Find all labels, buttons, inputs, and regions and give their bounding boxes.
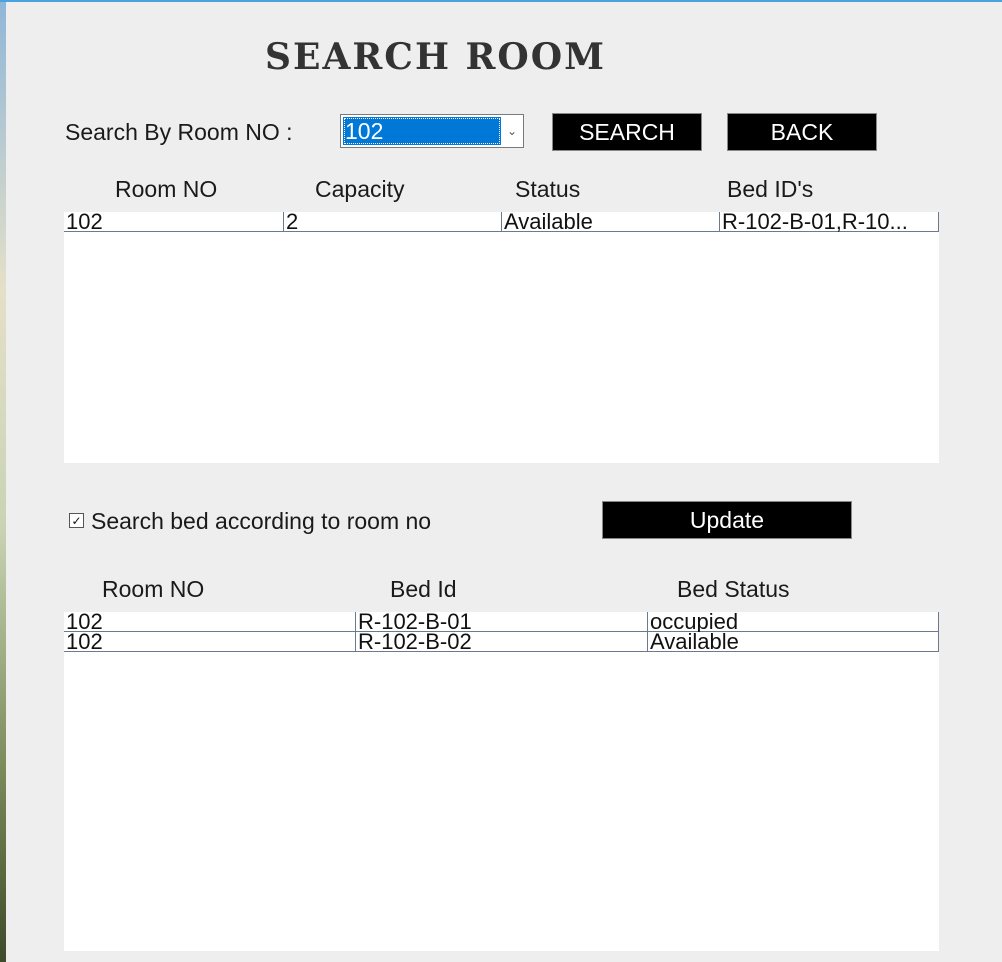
back-button[interactable]: BACK [727,113,877,151]
beds-table[interactable]: 102 R-102-B-01 occupied 102 R-102-B-02 A… [64,612,939,951]
update-button[interactable]: Update [602,501,852,539]
bed-ids-cell: R-102-B-01,R-10... [719,212,939,232]
rooms-header-bed-ids: Bed ID's [727,176,814,202]
room-number-dropdown[interactable]: 102 ⌄ [340,114,524,148]
beds-header-room-no: Room NO [102,576,205,602]
bed-status-cell: Available [647,632,939,652]
search-bed-checkbox-label: Search bed according to room no [91,508,432,534]
page-title: SEARCH ROOM [265,36,606,78]
room-no-cell: 102 [66,632,103,652]
bed-id-cell: R-102-B-02 [355,632,647,652]
rooms-header-capacity: Capacity [315,176,405,202]
check-icon: ✓ [71,513,82,528]
room-number-selected-value: 102 [343,117,501,145]
table-row[interactable]: 102 2 Available R-102-B-01,R-10... [64,212,939,232]
rooms-table[interactable]: 102 2 Available R-102-B-01,R-10... [64,212,939,463]
window-top-border [0,0,1002,2]
table-row[interactable]: 102 R-102-B-02 Available [64,632,939,652]
room-no-cell: 102 [66,612,103,632]
chevron-down-icon[interactable]: ⌄ [503,117,521,145]
status-cell: Available [501,212,719,232]
search-button[interactable]: SEARCH [552,113,702,151]
desktop-background-strip [0,0,6,962]
bed-status-cell: occupied [647,612,939,632]
beds-header-bed-id: Bed Id [390,576,457,602]
beds-header-bed-status: Bed Status [677,576,790,602]
rooms-header-status: Status [515,176,581,202]
room-no-cell: 102 [66,212,103,232]
table-row[interactable]: 102 R-102-B-01 occupied [64,612,939,632]
search-bed-checkbox[interactable]: ✓ [69,513,84,528]
rooms-header-room-no: Room NO [115,176,218,202]
bed-id-cell: R-102-B-01 [355,612,647,632]
capacity-cell: 2 [283,212,501,232]
search-room-label: Search By Room NO : [65,119,293,145]
